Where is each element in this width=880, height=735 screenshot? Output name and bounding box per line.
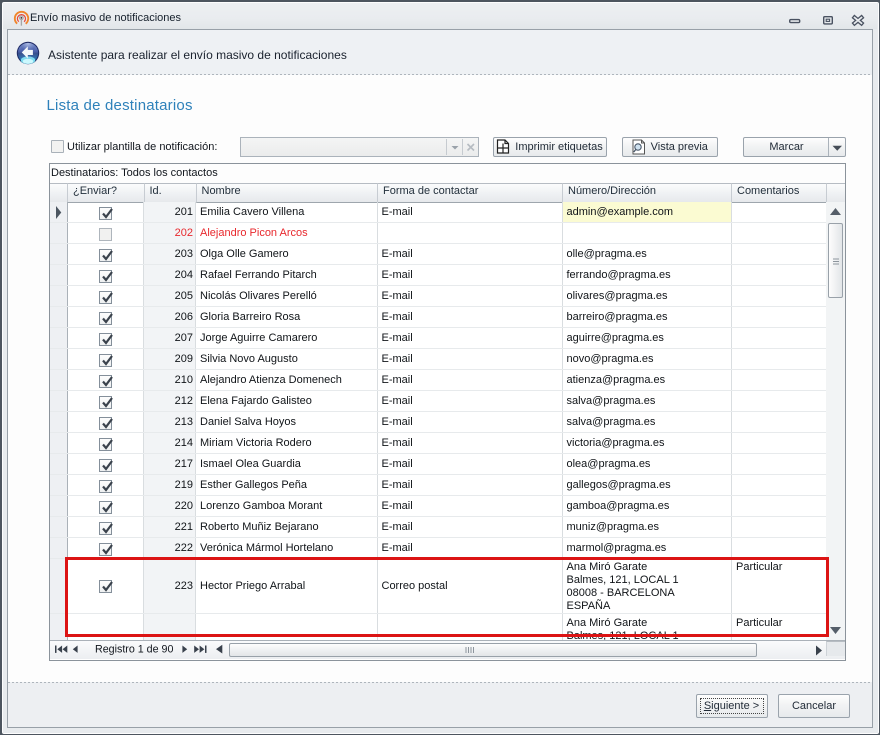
svg-text:Registro 1 de 90: Registro 1 de 90 bbox=[95, 644, 173, 656]
